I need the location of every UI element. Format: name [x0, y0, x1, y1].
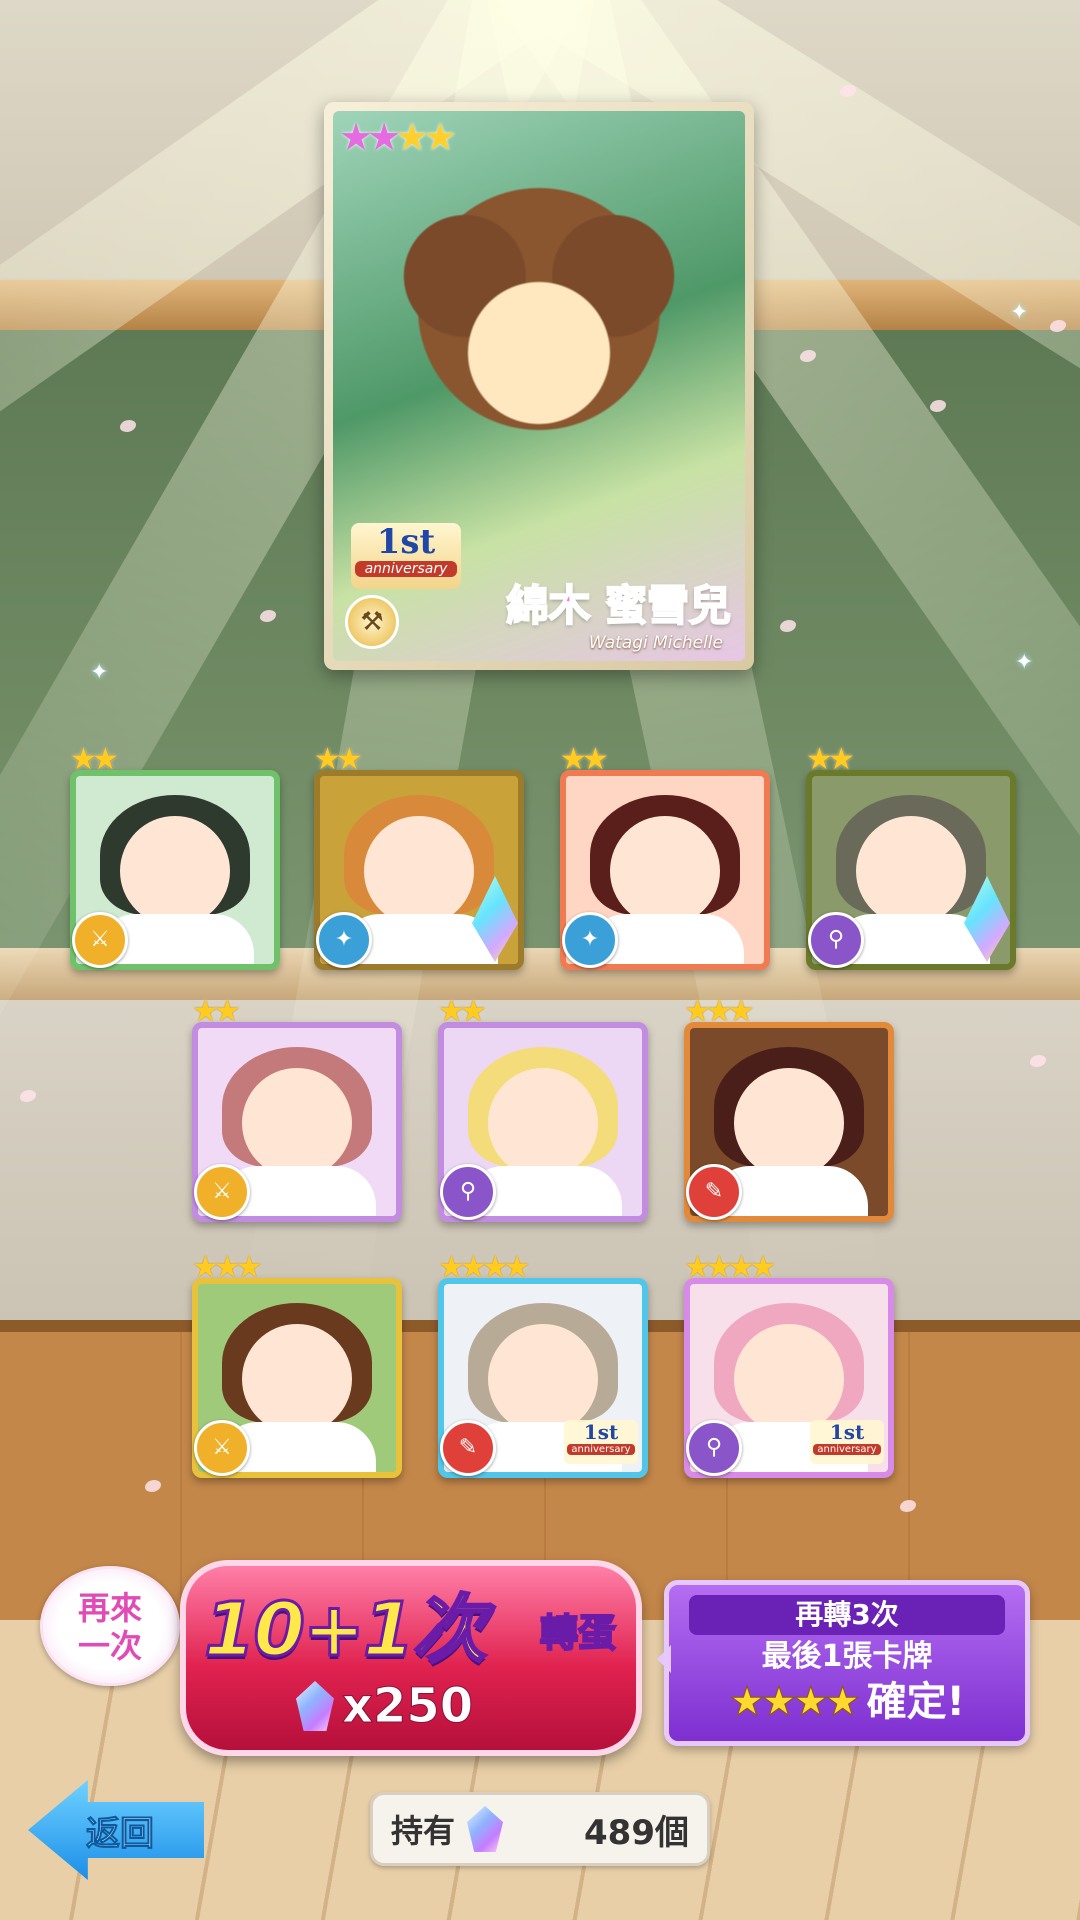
- gacha-10plus1-button[interactable]: 10+1次 轉蛋 x 250: [180, 1560, 642, 1756]
- character-face: [734, 1324, 844, 1435]
- anniversary-badge-main: 1st: [583, 1420, 619, 1444]
- rarity-stars: ★★★★: [438, 1250, 531, 1285]
- result-card[interactable]: 1st anniversary ★★★★ ✎: [438, 1250, 648, 1478]
- rarity-stars: ★★★★: [684, 1250, 777, 1285]
- sparkle-icon: ✦: [90, 660, 109, 685]
- gacha-cost: x 250: [296, 1676, 474, 1736]
- gun-icon: ✦: [316, 912, 372, 968]
- anniversary-badge-sub: anniversary: [567, 1444, 635, 1455]
- rarity-stars: ★★★★: [339, 115, 457, 159]
- rarity-stars: ★★: [70, 742, 119, 777]
- owned-gems-counter: 持有 489個: [370, 1792, 710, 1866]
- character-face: [856, 816, 966, 927]
- rarity-stars: ★★: [560, 742, 609, 777]
- gem-icon: [296, 1681, 334, 1731]
- character-face: [242, 1068, 352, 1179]
- owned-value: 489個: [584, 1812, 689, 1853]
- gacha-cost-value: 250: [372, 1678, 474, 1735]
- result-card[interactable]: ★★ ✦: [314, 742, 524, 970]
- star-icon: ★★★★: [729, 1679, 861, 1726]
- character-face: [734, 1068, 844, 1179]
- again-line2: 一次: [77, 1627, 142, 1665]
- star-icon: ★: [423, 115, 457, 159]
- rarity-stars: ★★★: [192, 1250, 263, 1285]
- star-icon: ★: [339, 115, 373, 159]
- sword-icon: ⚔: [72, 912, 128, 968]
- bonus-last-card: 最後1張卡牌: [761, 1639, 933, 1674]
- result-card[interactable]: 1st anniversary ★★★★ ⚲: [684, 1250, 894, 1478]
- character-face: [120, 816, 230, 927]
- staff-icon: ⚲: [440, 1164, 496, 1220]
- result-card[interactable]: ★★ ⚔: [70, 742, 280, 970]
- card-character-romaji: Watagi Michelle: [588, 633, 723, 653]
- sword-icon: ⚔: [194, 1420, 250, 1476]
- gem-icon: [467, 1806, 504, 1852]
- character-face: [488, 1068, 598, 1179]
- anniversary-badge-sub: anniversary: [355, 561, 457, 577]
- staff-icon: ⚲: [686, 1420, 742, 1476]
- back-button[interactable]: 返回: [28, 1780, 204, 1880]
- again-badge: 再來 一次: [40, 1566, 180, 1686]
- rarity-stars: ★★: [314, 742, 363, 777]
- featured-card[interactable]: ★★★★ 1st anniversary 綿木 蜜雪兒 Watagi Miche…: [324, 102, 754, 670]
- blade-icon: ✎: [440, 1420, 496, 1476]
- gacha-button-title: 10+1次: [202, 1586, 487, 1675]
- staff-icon: ⚲: [808, 912, 864, 968]
- character-face: [488, 1324, 598, 1435]
- bonus-info-panel: 再轉3次 最後1張卡牌 ★★★★ 確定!: [657, 1580, 1030, 1746]
- bonus-guarantee: ★★★★ 確定!: [669, 1679, 1025, 1726]
- rarity-stars: ★★: [806, 742, 855, 777]
- gacha-button-subtitle: 轉蛋: [539, 1610, 617, 1656]
- character-face: [242, 1324, 352, 1435]
- sparkle-icon: ✦: [1010, 300, 1029, 325]
- again-line1: 再來: [77, 1589, 142, 1627]
- result-card[interactable]: ★★ ⚲: [438, 994, 648, 1222]
- featured-card-art: ★★★★ 1st anniversary 綿木 蜜雪兒 Watagi Miche…: [333, 111, 745, 661]
- anniversary-badge: 1st anniversary: [351, 523, 461, 589]
- gun-icon: ✦: [562, 912, 618, 968]
- anniversary-badge: 1st anniversary: [564, 1420, 638, 1464]
- anniversary-badge: 1st anniversary: [810, 1420, 884, 1464]
- sparkle-icon: ✦: [1015, 650, 1034, 675]
- anniversary-badge-sub: anniversary: [813, 1444, 881, 1455]
- bonus-spins-remaining: 再轉3次: [689, 1595, 1005, 1635]
- star-icon: ★: [367, 115, 401, 159]
- back-button-label: 返回: [86, 1814, 155, 1855]
- card-character-name: 綿木 蜜雪兒: [505, 580, 732, 631]
- bonus-confirm: 確定!: [866, 1679, 965, 1725]
- rarity-stars: ★★: [192, 994, 241, 1029]
- gacha-cost-prefix: x: [342, 1678, 374, 1735]
- result-card[interactable]: ★★★ ⚔: [192, 1250, 402, 1478]
- character-face: [610, 816, 720, 927]
- blade-icon: ✎: [686, 1164, 742, 1220]
- sword-icon: ⚔: [194, 1164, 250, 1220]
- rarity-stars: ★★: [438, 994, 487, 1029]
- anniversary-badge-main: 1st: [376, 522, 436, 562]
- anniversary-badge-main: 1st: [829, 1420, 865, 1444]
- result-card[interactable]: ★★ ✦: [560, 742, 770, 970]
- result-card[interactable]: ★★ ⚔: [192, 994, 402, 1222]
- star-icon: ★: [395, 115, 429, 159]
- owned-label: 持有: [391, 1812, 456, 1850]
- hammer-icon: ⚒: [345, 595, 399, 649]
- result-card[interactable]: ★★★ ✎: [684, 994, 894, 1222]
- character-face: [364, 816, 474, 927]
- result-card[interactable]: ★★ ⚲: [806, 742, 1016, 970]
- rarity-stars: ★★★: [684, 994, 755, 1029]
